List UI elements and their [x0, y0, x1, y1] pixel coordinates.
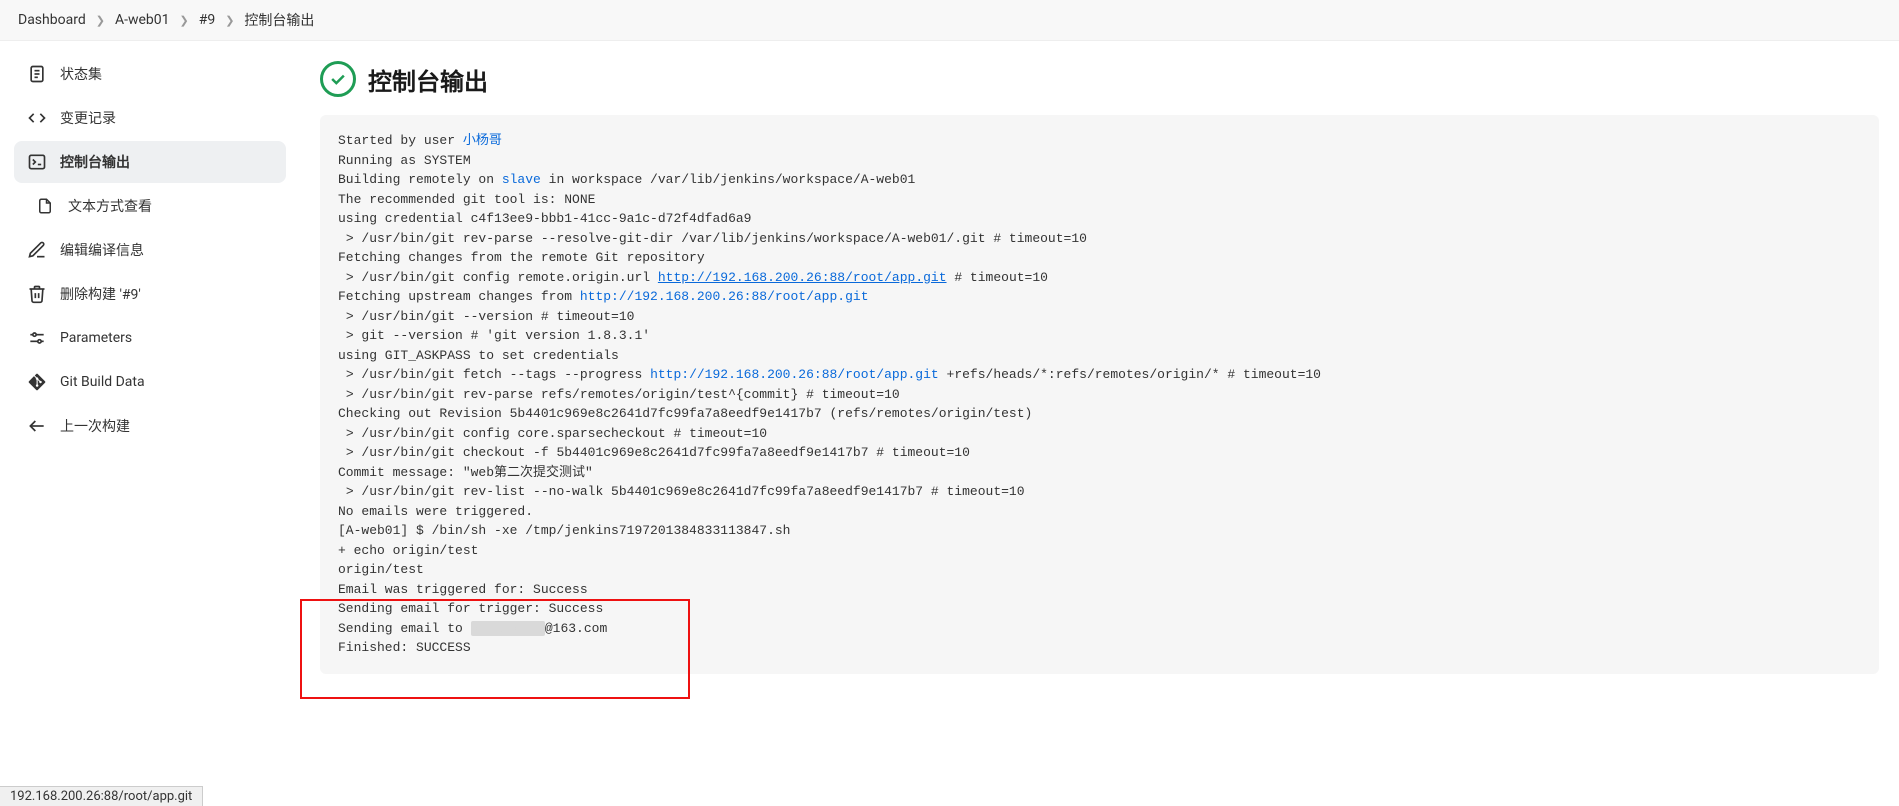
breadcrumb-current: 控制台输出 [244, 10, 314, 30]
console-line: The recommended git tool is: NONE [338, 192, 595, 207]
sidebar-item-delete-build[interactable]: 删除构建 '#9' [14, 273, 286, 315]
sidebar-item-console[interactable]: 控制台输出 [14, 141, 286, 183]
console-line: Finished: SUCCESS [338, 640, 471, 655]
console-line: > /usr/bin/git --version # timeout=10 [338, 309, 634, 324]
sidebar-item-git-build-data[interactable]: Git Build Data [14, 361, 286, 403]
sidebar-item-label: 上一次构建 [60, 416, 130, 436]
console-line: Commit message: "web第二次提交测试" [338, 465, 593, 480]
console-line: > /usr/bin/git rev-parse --resolve-git-d… [338, 231, 1087, 246]
console-line: Email was triggered for: Success [338, 582, 588, 597]
console-line: No emails were triggered. [338, 504, 533, 519]
sidebar-item-label: 编辑编译信息 [60, 240, 144, 260]
console-line: Fetching upstream changes from [338, 289, 580, 304]
console-line: using credential c4f13ee9-bbb1-41cc-9a1c… [338, 211, 751, 226]
console-line: Sending email to [338, 621, 471, 636]
sidebar-item-label: 控制台输出 [60, 152, 130, 172]
console-line: > /usr/bin/git rev-list --no-walk 5b4401… [338, 484, 1025, 499]
sidebar-item-label: 状态集 [60, 64, 102, 84]
git-url-link[interactable]: http://192.168.200.26:88/root/app.git [580, 289, 869, 304]
console-line: Fetching changes from the remote Git rep… [338, 250, 705, 265]
sidebar-item-status[interactable]: 状态集 [14, 53, 286, 95]
success-status-icon [320, 61, 356, 97]
chevron-right-icon: ❯ [225, 14, 234, 27]
file-icon [34, 195, 56, 217]
console-line: using GIT_ASKPASS to set credentials [338, 348, 627, 363]
page-title-row: 控制台输出 [320, 61, 1879, 97]
console-line: Building remotely on [338, 172, 502, 187]
terminal-icon [26, 151, 48, 173]
breadcrumb-job[interactable]: A-web01 [115, 12, 170, 28]
console-line: > /usr/bin/git fetch --tags --progress [338, 367, 650, 382]
page-title: 控制台输出 [368, 62, 488, 97]
sliders-icon [26, 327, 48, 349]
console-line: @163.com [545, 621, 607, 636]
git-icon [26, 371, 48, 393]
git-url-link[interactable]: http://192.168.200.26:88/root/app.git [658, 270, 947, 285]
console-line: > git --version # 'git version 1.8.3.1' [338, 328, 650, 343]
console-line: [A-web01] $ /bin/sh -xe /tmp/jenkins7197… [338, 523, 790, 538]
console-line: +refs/heads/*:refs/remotes/origin/* # ti… [939, 367, 1321, 382]
console-line: Sending email for trigger: Success [338, 601, 603, 616]
console-line: > /usr/bin/git config remote.origin.url [338, 270, 658, 285]
console-line: > /usr/bin/git rev-parse refs/remotes/or… [338, 387, 900, 402]
console-line: Running as SYSTEM [338, 153, 471, 168]
code-icon [26, 107, 48, 129]
arrow-left-icon [26, 415, 48, 437]
sidebar-item-label: 变更记录 [60, 108, 116, 128]
node-link[interactable]: slave [502, 172, 541, 187]
git-url-link[interactable]: http://192.168.200.26:88/root/app.git [650, 367, 939, 382]
sidebar: 状态集 变更记录 控制台输出 文本方式查看 编辑编译信息 [0, 41, 300, 714]
breadcrumb-dashboard[interactable]: Dashboard [18, 12, 86, 28]
sidebar-item-label: Parameters [60, 330, 132, 346]
document-icon [26, 63, 48, 85]
sidebar-item-console-text[interactable]: 文本方式查看 [14, 185, 286, 227]
breadcrumb: Dashboard ❯ A-web01 ❯ #9 ❯ 控制台输出 [0, 0, 1899, 41]
console-output: Started by user 小杨哥 Running as SYSTEM Bu… [320, 115, 1879, 674]
console-line: origin/test [338, 562, 424, 577]
console-line: Started by user [338, 133, 463, 148]
sidebar-item-label: Git Build Data [60, 374, 145, 390]
console-line: > /usr/bin/git config core.sparsecheckou… [338, 426, 767, 441]
user-link[interactable]: 小杨哥 [463, 133, 502, 148]
edit-icon [26, 239, 48, 261]
redacted-text: xxxxxxxxx [471, 621, 545, 636]
console-line: Checking out Revision 5b4401c969e8c2641d… [338, 406, 1032, 421]
browser-status-bar: 192.168.200.26:88/root/app.git [0, 786, 203, 806]
sidebar-item-changes[interactable]: 变更记录 [14, 97, 286, 139]
console-line: in workspace /var/lib/jenkins/workspace/… [541, 172, 915, 187]
trash-icon [26, 283, 48, 305]
chevron-right-icon: ❯ [96, 14, 105, 27]
sidebar-item-edit-build[interactable]: 编辑编译信息 [14, 229, 286, 271]
sidebar-item-prev-build[interactable]: 上一次构建 [14, 405, 286, 447]
main-content: 控制台输出 Started by user 小杨哥 Running as SYS… [300, 41, 1899, 714]
console-line: > /usr/bin/git checkout -f 5b4401c969e8c… [338, 445, 970, 460]
console-line: + echo origin/test [338, 543, 478, 558]
breadcrumb-build[interactable]: #9 [199, 12, 216, 28]
sidebar-item-parameters[interactable]: Parameters [14, 317, 286, 359]
chevron-right-icon: ❯ [179, 14, 188, 27]
sidebar-item-label: 删除构建 '#9' [60, 284, 141, 304]
sidebar-item-label: 文本方式查看 [68, 196, 152, 216]
console-line: # timeout=10 [947, 270, 1048, 285]
